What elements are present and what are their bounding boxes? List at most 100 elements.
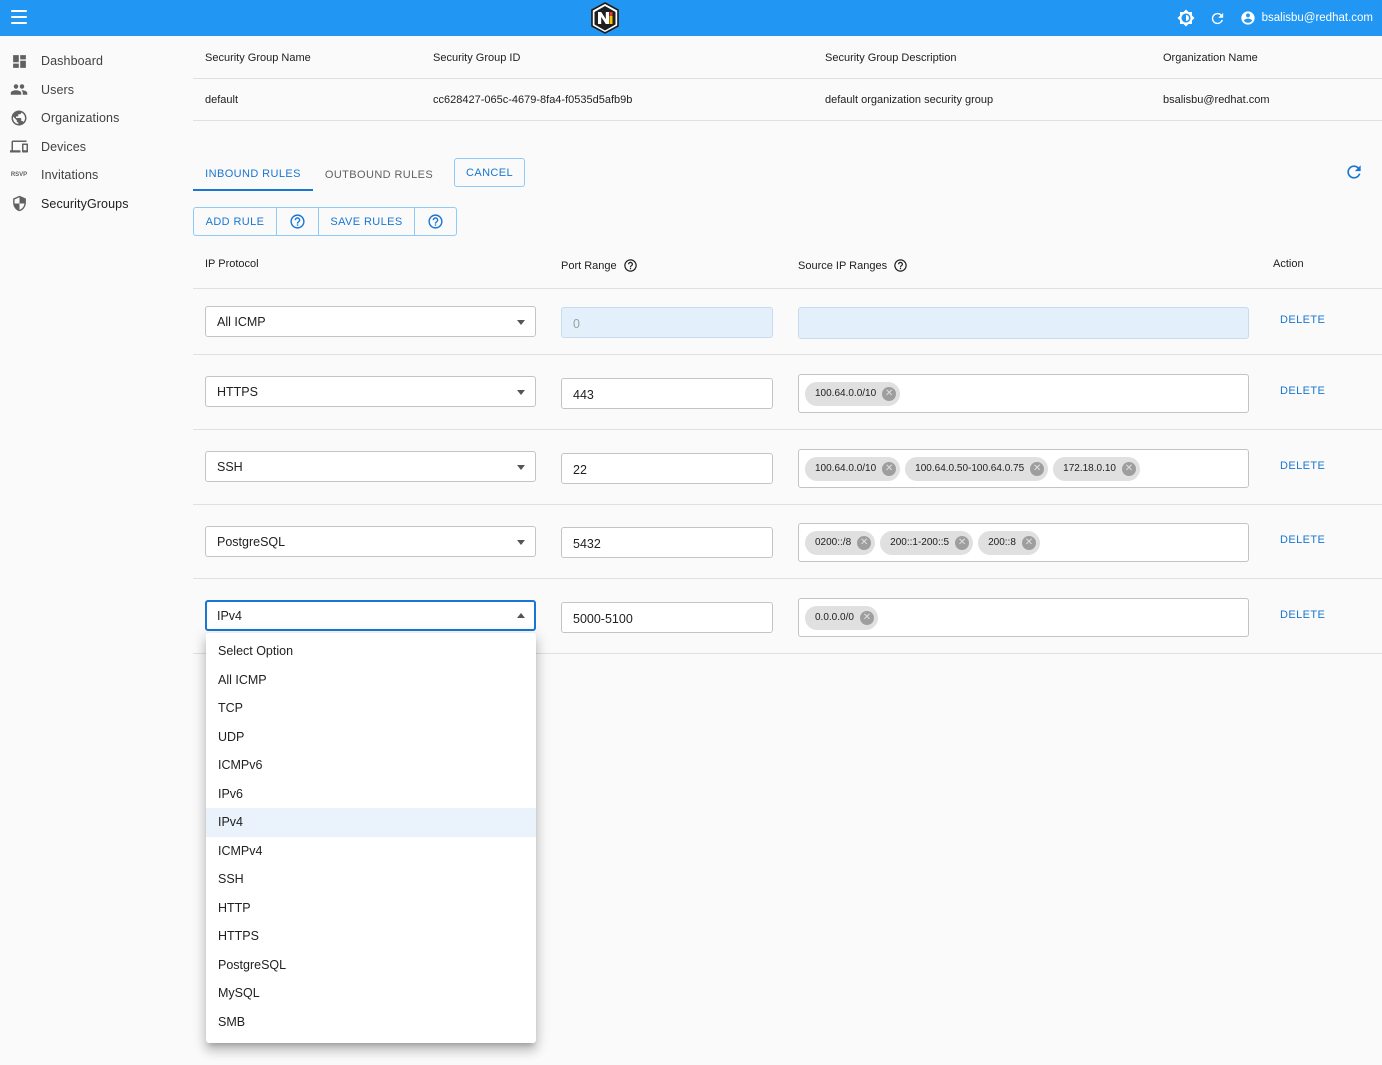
dropdown-option[interactable]: SMB xyxy=(206,1008,536,1037)
port-range-input[interactable]: 443 xyxy=(561,378,773,409)
dropdown-arrow-icon xyxy=(517,540,525,545)
protocol-value: IPv4 xyxy=(217,609,243,623)
user-menu[interactable]: bsalisbu@redhat.com xyxy=(1240,10,1373,26)
ip-range-chip: 100.64.0.50-100.64.0.75 ✕ xyxy=(905,456,1049,481)
protocol-select[interactable]: PostgreSQL xyxy=(205,526,536,557)
ip-range-chip: 200::1-200::5 ✕ xyxy=(880,530,974,555)
dropdown-option[interactable]: All ICMP xyxy=(206,666,536,695)
column-header-protocol: IP Protocol xyxy=(205,258,259,270)
dropdown-option[interactable]: HTTPS xyxy=(206,922,536,951)
dropdown-option[interactable]: HTTP xyxy=(206,894,536,923)
remove-chip-icon[interactable]: ✕ xyxy=(857,535,872,550)
protocol-select[interactable]: IPv4 xyxy=(205,600,536,631)
dropdown-option-selected[interactable]: IPv4 xyxy=(206,808,536,837)
app-bar: bsalisbu@redhat.com xyxy=(0,0,1382,36)
source-ip-ranges-input[interactable]: 0.0.0.0/0 ✕ xyxy=(798,598,1249,637)
rule-row: PostgreSQL 5432 0200::/8 ✕ 200::1-200::5 ✕… xyxy=(193,505,1382,579)
dashboard-icon xyxy=(10,52,28,70)
help-icon xyxy=(428,214,443,229)
chip-label: 0.0.0.0/0 xyxy=(815,612,854,623)
save-rules-button[interactable]: SAVE RULES xyxy=(318,208,414,235)
theme-toggle-icon[interactable] xyxy=(1176,8,1196,28)
protocol-select[interactable]: HTTPS xyxy=(205,376,536,407)
tab-inbound-rules[interactable]: INBOUND RULES xyxy=(193,158,313,191)
dropdown-option[interactable]: ICMPv6 xyxy=(206,751,536,780)
help-icon[interactable] xyxy=(623,258,638,273)
sidebar-item-securitygroups[interactable]: SecurityGroups xyxy=(0,190,185,219)
chip-label: 0200::/8 xyxy=(815,537,852,548)
sidebar-item-label: Invitations xyxy=(41,168,99,183)
port-range-input[interactable]: 5432 xyxy=(561,527,773,558)
sidebar-item-dashboard[interactable]: Dashboard xyxy=(0,47,185,76)
dropdown-option[interactable]: MySQL xyxy=(206,979,536,1008)
port-range-input[interactable]: 22 xyxy=(561,453,773,484)
sidebar-item-label: SecurityGroups xyxy=(41,196,129,211)
ip-range-chip: 200::8 ✕ xyxy=(978,530,1040,555)
people-icon xyxy=(10,81,28,99)
table-header-row: Security Group Name Security Group ID Se… xyxy=(193,37,1382,79)
save-rules-help-button[interactable] xyxy=(414,208,456,235)
add-rule-button[interactable]: ADD RULE xyxy=(194,208,276,235)
dropdown-option[interactable]: SSH xyxy=(206,865,536,894)
port-range-input[interactable]: 5000-5100 xyxy=(561,602,773,633)
sidebar-item-label: Users xyxy=(41,82,75,97)
delete-rule-button[interactable]: DELETE xyxy=(1280,314,1325,326)
remove-chip-icon[interactable]: ✕ xyxy=(882,461,897,476)
delete-rule-button[interactable]: DELETE xyxy=(1280,460,1325,472)
table-row: default cc628427-065c-4679-8fa4-f0535d5a… xyxy=(193,79,1382,121)
dropdown-option[interactable]: Select Option xyxy=(206,637,536,666)
dropdown-arrow-icon xyxy=(517,465,525,470)
sidebar-item-label: Dashboard xyxy=(41,54,104,69)
source-ip-ranges-input xyxy=(798,307,1249,339)
remove-chip-icon[interactable]: ✕ xyxy=(1030,461,1045,476)
tab-outbound-rules[interactable]: OUTBOUND RULES xyxy=(313,158,445,191)
dropdown-option[interactable]: TCP xyxy=(206,694,536,723)
column-header: Organization Name xyxy=(1163,52,1258,64)
sidebar-item-invitations[interactable]: RSVP Invitations xyxy=(0,161,185,190)
protocol-value: All ICMP xyxy=(217,315,266,329)
table-cell: default xyxy=(205,94,239,106)
source-ip-ranges-input[interactable]: 0200::/8 ✕ 200::1-200::5 ✕ 200::8 ✕ xyxy=(798,523,1249,562)
chip-label: 100.64.0.50-100.64.0.75 xyxy=(915,463,1025,474)
dropdown-arrow-icon xyxy=(517,390,525,395)
sidebar-item-organizations[interactable]: Organizations xyxy=(0,104,185,133)
delete-rule-button[interactable]: DELETE xyxy=(1280,385,1325,397)
ip-range-chip: 100.64.0.0/10 ✕ xyxy=(805,381,901,406)
chip-label: 100.64.0.0/10 xyxy=(815,463,877,474)
ip-range-chip: 0200::/8 ✕ xyxy=(805,530,876,555)
add-rule-help-button[interactable] xyxy=(276,208,318,235)
help-icon[interactable] xyxy=(893,258,908,273)
remove-chip-icon[interactable]: ✕ xyxy=(859,610,874,625)
remove-chip-icon[interactable]: ✕ xyxy=(1021,535,1036,550)
delete-rule-button[interactable]: DELETE xyxy=(1280,534,1325,546)
source-ip-ranges-input[interactable]: 100.64.0.0/10 ✕ 100.64.0.50-100.64.0.75 ✕ … xyxy=(798,449,1249,488)
menu-icon[interactable] xyxy=(11,10,27,24)
remove-chip-icon[interactable]: ✕ xyxy=(955,535,970,550)
dropdown-option[interactable]: UDP xyxy=(206,723,536,752)
protocol-value: HTTPS xyxy=(217,385,258,399)
sidebar-item-devices[interactable]: Devices xyxy=(0,133,185,162)
delete-rule-button[interactable]: DELETE xyxy=(1280,609,1325,621)
dropdown-option[interactable]: IPv6 xyxy=(206,780,536,809)
remove-chip-icon[interactable]: ✕ xyxy=(882,386,897,401)
rsvp-icon: RSVP xyxy=(10,172,28,179)
dropdown-option[interactable]: ICMPv4 xyxy=(206,837,536,866)
remove-chip-icon[interactable]: ✕ xyxy=(1121,461,1136,476)
protocol-select[interactable]: All ICMP xyxy=(205,306,536,337)
dropdown-option[interactable]: PostgreSQL xyxy=(206,951,536,980)
refresh-icon[interactable] xyxy=(1208,8,1228,28)
protocol-select[interactable]: SSH xyxy=(205,451,536,482)
devices-icon xyxy=(10,138,28,156)
dropdown-arrow-icon xyxy=(517,320,525,325)
chip-label: 200::1-200::5 xyxy=(890,537,950,548)
column-header: Security Group Name xyxy=(205,52,311,64)
source-ip-ranges-input[interactable]: 100.64.0.0/10 ✕ xyxy=(798,374,1249,413)
refresh-rules-icon[interactable] xyxy=(1344,162,1364,182)
rules-table-header: IP Protocol Port Range Source IP Ranges … xyxy=(193,242,1382,289)
account-icon xyxy=(1240,11,1255,25)
chip-label: 200::8 xyxy=(988,537,1016,548)
column-header-source: Source IP Ranges xyxy=(798,258,908,273)
cancel-button[interactable]: CANCEL xyxy=(454,158,525,187)
sidebar-item-users[interactable]: Users xyxy=(0,76,185,105)
shield-icon xyxy=(10,195,28,213)
